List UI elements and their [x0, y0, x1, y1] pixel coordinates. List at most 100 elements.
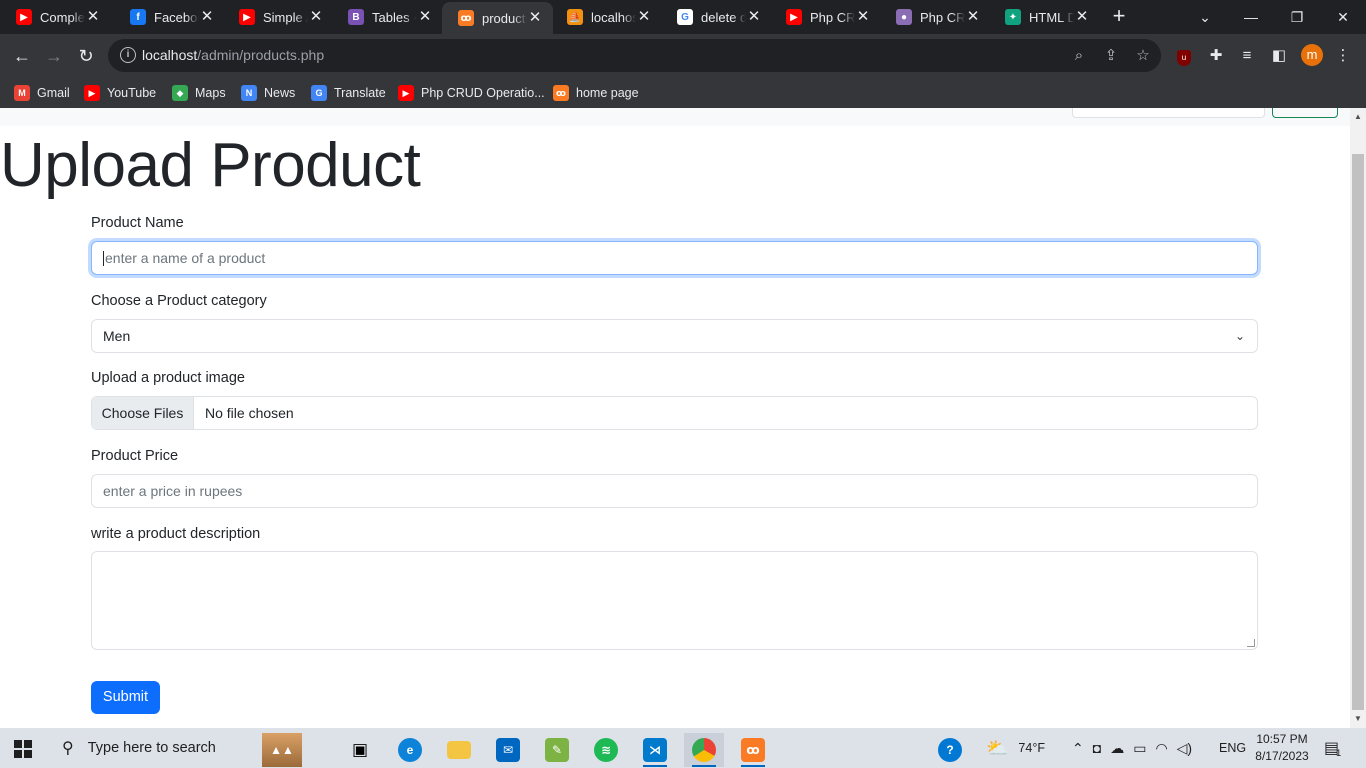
browser-tab[interactable]: ● Php CRU✕ [880, 0, 991, 34]
edge-icon[interactable]: e [390, 733, 430, 767]
ublock-icon[interactable]: u [1174, 46, 1194, 66]
price-label: Product Price [91, 448, 179, 464]
task-view-icon[interactable]: ▣ [340, 733, 380, 767]
battery-icon[interactable]: ▭ [1133, 740, 1146, 757]
image-label: Upload a product image [91, 370, 245, 386]
product-name-input[interactable]: enter a name of a product [91, 241, 1258, 275]
extensions-icon[interactable]: ✚ [1206, 46, 1226, 66]
restore-button[interactable]: ❐ [1274, 0, 1320, 34]
browser-tab[interactable]: B Tables · B✕ [332, 0, 443, 34]
menu-icon[interactable]: ⋮ [1333, 46, 1353, 66]
side-panel-icon[interactable]: ◧ [1269, 46, 1289, 66]
browser-tab[interactable]: ▶ Complete✕ [0, 0, 111, 34]
navbar-search-button[interactable] [1272, 108, 1338, 118]
browser-tab[interactable]: f Facebook✕ [114, 0, 225, 34]
close-tab-icon[interactable]: ✕ [527, 10, 543, 26]
navbar-search-input[interactable] [1072, 108, 1265, 118]
close-tab-icon[interactable]: ✕ [965, 9, 981, 25]
browser-tab[interactable]: ⛵ localhost✕ [551, 0, 662, 34]
reload-button[interactable]: ↻ [72, 42, 100, 70]
browser-toolbar: ← → ↻ i localhost/admin/products.php ⌕ ⇪… [0, 34, 1366, 77]
bookmark-item[interactable]: ꝏ home page [553, 83, 639, 103]
weather-temp: 74°F [1018, 741, 1045, 755]
search-icon: ⚲ [62, 740, 74, 757]
close-window-button[interactable]: ✕ [1320, 0, 1366, 34]
bookmark-item[interactable]: ◆ Maps [172, 83, 226, 103]
file-explorer-icon[interactable] [439, 733, 479, 767]
close-tab-icon[interactable]: ✕ [85, 9, 101, 25]
help-icon[interactable]: ? [930, 733, 970, 767]
chrome-icon[interactable] [684, 733, 724, 767]
chatgpt-icon: ✦ [1005, 9, 1021, 25]
bookmark-item[interactable]: ▶ Php CRUD Operatio... [398, 83, 545, 103]
tab-title: HTML D [1029, 9, 1074, 25]
resize-grip-icon[interactable] [1247, 639, 1255, 647]
scrollbar-thumb[interactable] [1352, 154, 1364, 710]
description-textarea[interactable] [91, 551, 1258, 650]
browser-tab[interactable]: ▶ Simple A✕ [223, 0, 334, 34]
notification-count: 1 [1336, 748, 1342, 758]
submit-button[interactable]: Submit [91, 681, 160, 714]
bookmark-item[interactable]: ▶ YouTube [84, 83, 156, 103]
vscode-icon[interactable]: ⋊ [635, 733, 675, 767]
onedrive-icon[interactable]: ☁ [1110, 740, 1124, 757]
maps-icon: ◆ [172, 85, 188, 101]
image-file-input[interactable]: Choose Files No file chosen [91, 396, 1258, 430]
google-icon: G [677, 9, 693, 25]
scroll-up-icon[interactable]: ▲ [1354, 112, 1362, 121]
back-button[interactable]: ← [8, 42, 36, 70]
profile-avatar[interactable]: m [1301, 44, 1323, 66]
close-tab-icon[interactable]: ✕ [636, 9, 652, 25]
facebook-icon: f [130, 9, 146, 25]
close-tab-icon[interactable]: ✕ [417, 9, 433, 25]
forward-button[interactable]: → [40, 42, 68, 70]
share-icon[interactable]: ⇪ [1101, 46, 1121, 66]
paint-tool-icon[interactable]: ✎ [537, 733, 577, 767]
meet-now-icon[interactable]: ◘ [1093, 740, 1101, 756]
tray-overflow-icon[interactable]: ⌃ [1072, 740, 1084, 757]
zoom-icon[interactable]: ⌕ [1069, 46, 1089, 66]
close-tab-icon[interactable]: ✕ [746, 9, 762, 25]
close-tab-icon[interactable]: ✕ [855, 9, 871, 25]
close-tab-icon[interactable]: ✕ [308, 9, 324, 25]
url-text[interactable]: localhost/admin/products.php [142, 47, 324, 63]
wifi-icon[interactable]: ◠ [1155, 740, 1167, 757]
category-select[interactable]: Men ⌄ [91, 319, 1258, 353]
minimize-button[interactable]: — [1228, 0, 1274, 34]
weather-widget[interactable]: ⛅ 74°F [986, 728, 1045, 768]
address-bar[interactable]: i localhost/admin/products.php ⌕ ⇪ ☆ [108, 39, 1161, 72]
scroll-down-icon[interactable]: ▼ [1354, 714, 1362, 723]
close-tab-icon[interactable]: ✕ [199, 9, 215, 25]
browser-tab[interactable]: ꝏ products ✕ [442, 2, 553, 34]
mail-icon[interactable]: ✉ [488, 733, 528, 767]
bookmark-item[interactable]: N News [241, 83, 295, 103]
avatar-icon: ● [896, 9, 912, 25]
bookmark-star-icon[interactable]: ☆ [1133, 46, 1153, 66]
clock[interactable]: 10:57 PM 8/17/2023 [1252, 731, 1312, 765]
language-indicator[interactable]: ENG [1219, 728, 1246, 768]
spotify-icon[interactable]: ≋ [586, 733, 626, 767]
browser-tab[interactable]: Gdelete d ✕ [661, 0, 772, 34]
choose-files-button[interactable]: Choose Files [92, 397, 194, 429]
phpmyadmin-icon: ⛵ [567, 9, 583, 25]
search-highlight-icon[interactable]: ▲▲ [262, 733, 302, 767]
close-tab-icon[interactable]: ✕ [1074, 9, 1090, 25]
xampp-icon: ꝏ [458, 10, 474, 26]
media-control-icon[interactable]: ≡ [1237, 46, 1257, 66]
taskbar-search-box[interactable]: ⚲ Type here to search [48, 728, 258, 768]
bookmark-label: Maps [195, 86, 226, 100]
xampp-icon[interactable]: ꝏ [733, 733, 773, 767]
browser-tab[interactable]: ✦ HTML D ✕ [989, 0, 1100, 34]
page-scrollbar[interactable]: ▲ ▼ [1350, 108, 1366, 728]
price-input[interactable]: enter a price in rupees [91, 474, 1258, 508]
news-icon: N [241, 85, 257, 101]
browser-tab[interactable]: ▶ Php CRU✕ [770, 0, 881, 34]
site-info-icon[interactable]: i [120, 47, 136, 63]
windows-start-icon[interactable] [14, 740, 32, 758]
bookmark-item[interactable]: G Translate [311, 83, 386, 103]
tab-search-icon[interactable]: ⌄ [1182, 0, 1228, 34]
bookmark-item[interactable]: M Gmail [14, 83, 70, 103]
notification-icon[interactable]: ▤ 1 [1324, 728, 1341, 768]
volume-icon[interactable]: ◁) [1177, 740, 1192, 757]
new-tab-button[interactable]: + [1108, 5, 1130, 28]
